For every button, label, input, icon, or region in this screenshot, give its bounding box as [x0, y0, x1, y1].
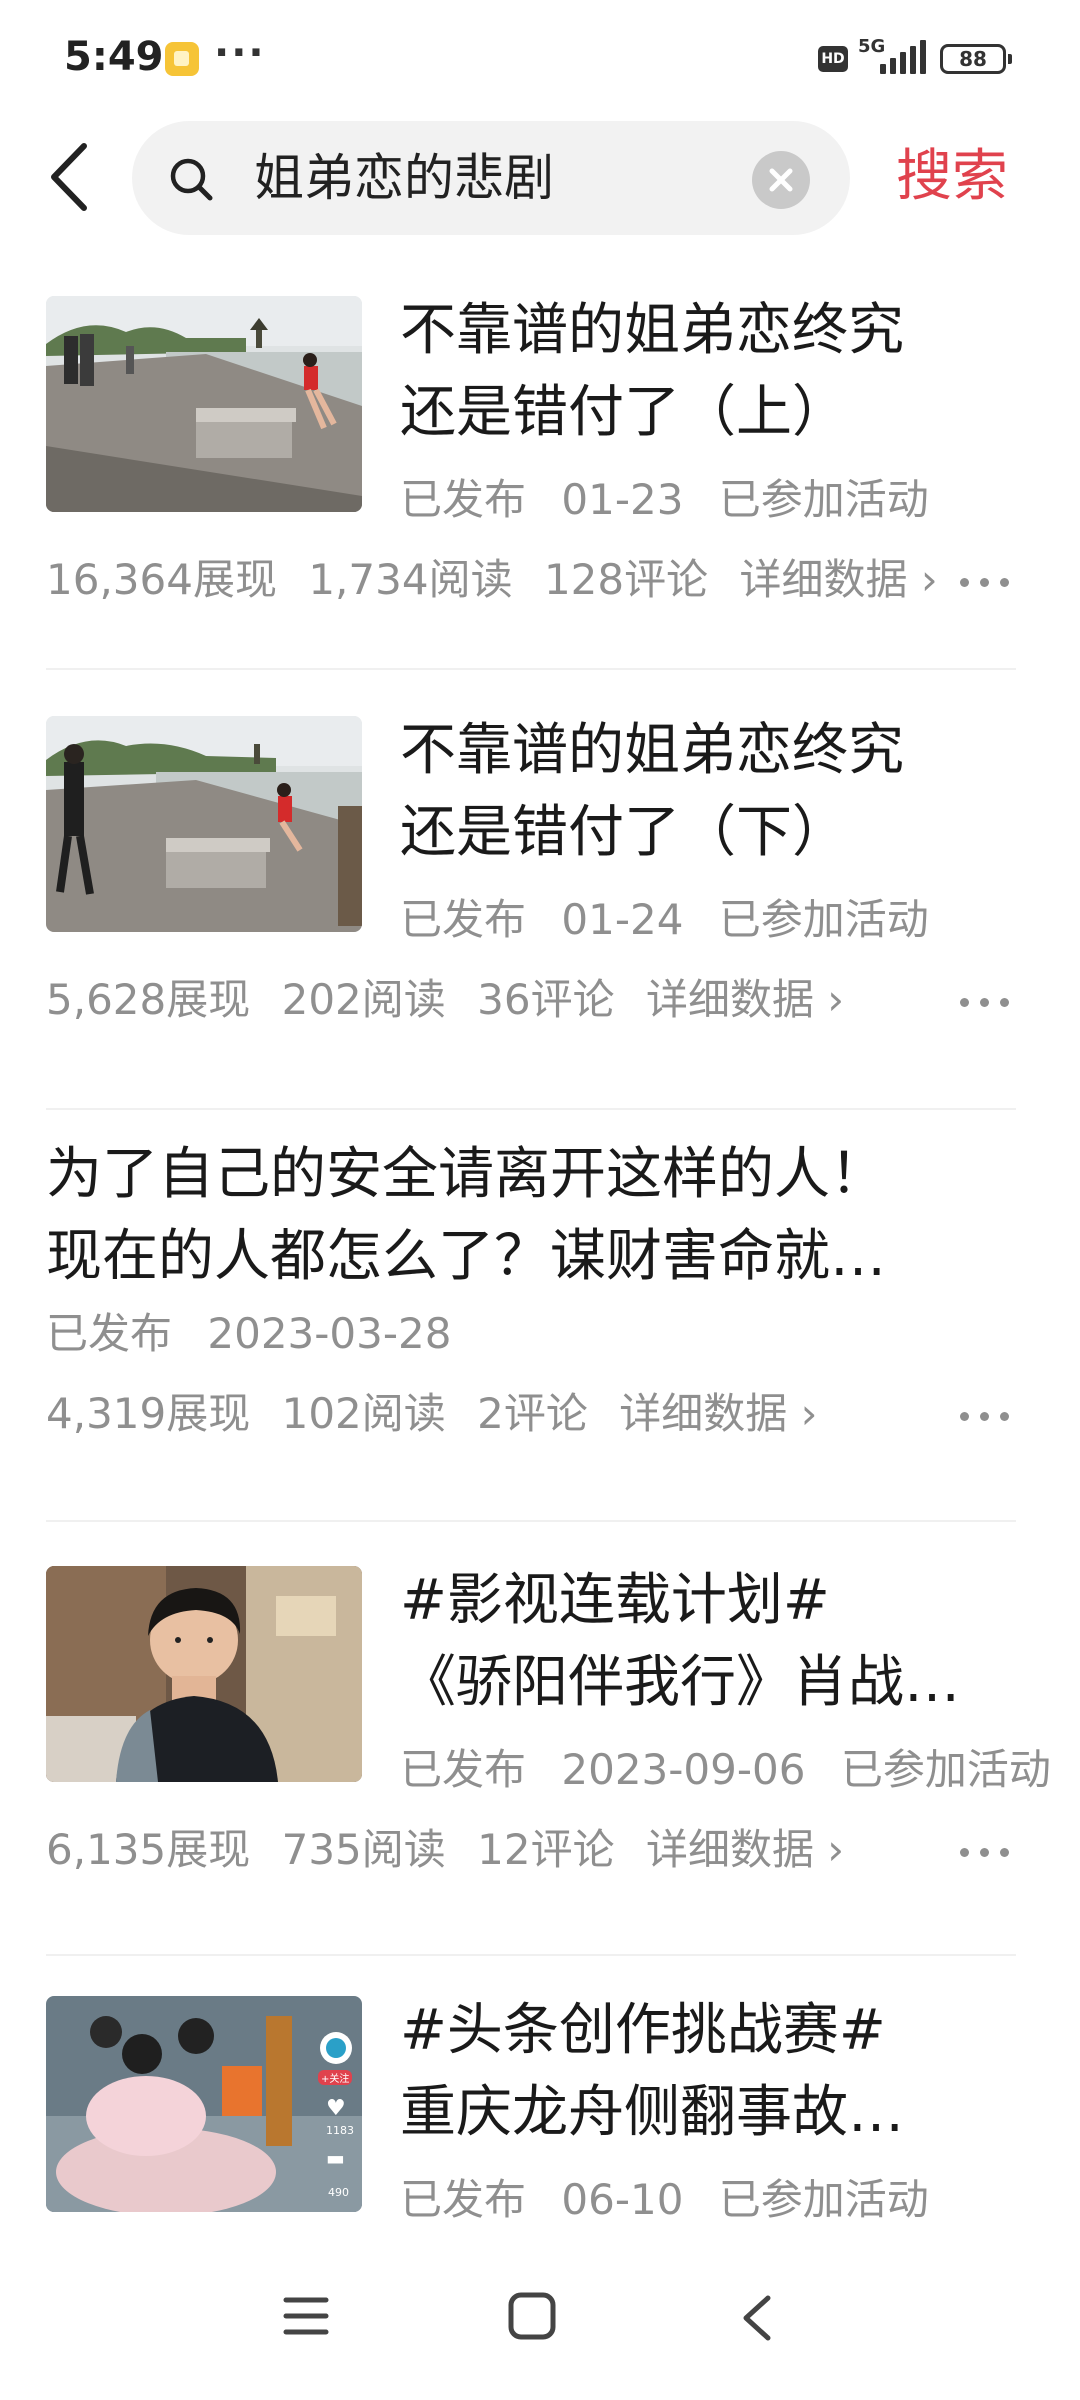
article-thumbnail: +关注 ♥ 1183 ▬ 490 — [46, 1996, 362, 2212]
article-title[interactable]: 不靠谱的姐弟恋终究 还是错付了（下） — [400, 710, 1060, 874]
status-label: 已发布 — [400, 2175, 527, 2224]
article-title[interactable]: 不靠谱的姐弟恋终究 还是错付了（上） — [400, 290, 1060, 454]
divider — [46, 1954, 1016, 1956]
status-bar: 5:49 ··· HD 5G 88 — [0, 0, 1080, 112]
menu-icon[interactable] — [282, 2294, 330, 2338]
details-link[interactable]: 详细数据 › — [646, 1825, 844, 1874]
publish-date: 01-23 — [561, 475, 684, 524]
article-meta: 已发布 01-23 已参加活动 — [400, 472, 951, 528]
impressions-count: 5,628展现 — [46, 975, 251, 1024]
list-item[interactable]: 为了自己的安全请离开这样的人！ 现在的人都怎么了？谋财害命就… 已发布 2023… — [0, 1130, 1080, 1522]
details-link[interactable]: 详细数据 › — [646, 975, 844, 1024]
back-chevron-icon[interactable] — [738, 2294, 778, 2342]
divider — [46, 668, 1016, 670]
activity-badge: 已参加活动 — [840, 1745, 1051, 1794]
status-label: 已发布 — [46, 1309, 173, 1358]
article-stats: 4,319展现 102阅读 2评论 详细数据 › — [46, 1386, 835, 1442]
search-input[interactable]: 姐弟恋的悲剧 — [254, 147, 554, 209]
search-box[interactable]: 姐弟恋的悲剧 — [132, 121, 850, 235]
comments-count: 12评论 — [477, 1825, 615, 1874]
battery-icon: 88 — [940, 44, 1012, 74]
list-item[interactable]: 不靠谱的姐弟恋终究 还是错付了（下） 已发布 01-24 已参加活动 5,628… — [0, 710, 1080, 1110]
search-header: 姐弟恋的悲剧 搜索 — [0, 112, 1080, 242]
reads-count: 202阅读 — [281, 975, 446, 1024]
article-title[interactable]: #影视连载计划# 《骄阳伴我行》肖战… — [400, 1560, 1060, 1724]
thumbnail-follow-badge: +关注 — [318, 2070, 353, 2085]
status-label: 已发布 — [400, 475, 527, 524]
impressions-count: 4,319展现 — [46, 1389, 251, 1438]
search-button[interactable]: 搜索 — [896, 142, 1008, 212]
publish-date: 06-10 — [561, 2175, 684, 2224]
activity-badge: 已参加活动 — [718, 475, 929, 524]
activity-badge: 已参加活动 — [718, 2175, 929, 2224]
comment-icon: ▬ — [326, 2146, 345, 2170]
impressions-count: 6,135展现 — [46, 1825, 251, 1874]
clear-search-button[interactable] — [752, 151, 810, 209]
comments-count: 36评论 — [477, 975, 615, 1024]
signal-icon — [880, 40, 932, 74]
article-stats: 6,135展现 735阅读 12评论 详细数据 › — [46, 1822, 862, 1878]
reads-count: 735阅读 — [281, 1825, 446, 1874]
article-meta: 已发布 06-10 已参加活动 — [400, 2172, 951, 2228]
article-meta: 已发布 2023-09-06 已参加活动 — [400, 1742, 1073, 1798]
more-options-button[interactable] — [960, 992, 1014, 1012]
article-meta: 已发布 2023-03-28 — [46, 1306, 473, 1362]
search-icon — [170, 158, 213, 201]
system-navigation-bar — [0, 2250, 1080, 2400]
notification-app-icon — [165, 42, 199, 76]
details-link[interactable]: 详细数据 › — [619, 1389, 817, 1438]
home-square-icon[interactable] — [506, 2290, 558, 2342]
list-item[interactable]: #影视连载计划# 《骄阳伴我行》肖战… 已发布 2023-09-06 已参加活动… — [0, 1560, 1080, 1956]
comments-count: 2评论 — [477, 1389, 588, 1438]
article-title[interactable]: #头条创作挑战赛# 重庆龙舟侧翻事故… — [400, 1990, 1060, 2154]
more-notifications-indicator: ··· — [214, 30, 266, 76]
article-title[interactable]: 为了自己的安全请离开这样的人！ 现在的人都怎么了？谋财害命就… — [46, 1134, 1046, 1298]
reads-count: 102阅读 — [281, 1389, 446, 1438]
comments-count: 128评论 — [543, 555, 709, 604]
thumbnail-like-count: 1183 — [326, 2124, 354, 2137]
article-thumbnail — [46, 1566, 362, 1782]
publish-date: 2023-03-28 — [207, 1309, 452, 1358]
back-button[interactable] — [44, 138, 104, 216]
list-item[interactable]: +关注 ♥ 1183 ▬ 490 #头条创作挑战赛# 重庆龙舟侧翻事故… 已发布… — [0, 1990, 1080, 2250]
more-options-button[interactable] — [960, 572, 1014, 592]
more-options-button[interactable] — [960, 1842, 1014, 1862]
reads-count: 1,734阅读 — [308, 555, 513, 604]
chevron-left-icon — [51, 143, 87, 211]
list-item[interactable]: 不靠谱的姐弟恋终究 还是错付了（上） 已发布 01-23 已参加活动 16,36… — [0, 290, 1080, 670]
article-stats: 16,364展现 1,734阅读 128评论 详细数据 › — [46, 552, 956, 608]
hd-icon: HD — [818, 46, 848, 72]
divider — [46, 1108, 1016, 1110]
more-options-button[interactable] — [960, 1406, 1014, 1426]
article-stats: 5,628展现 202阅读 36评论 详细数据 › — [46, 972, 862, 1028]
publish-date: 01-24 — [561, 895, 684, 944]
status-label: 已发布 — [400, 895, 527, 944]
thumbnail-comment-count: 490 — [328, 2186, 349, 2199]
status-time: 5:49 — [64, 34, 164, 80]
clear-x-icon — [769, 168, 793, 192]
article-thumbnail — [46, 296, 362, 512]
details-link[interactable]: 详细数据 › — [739, 555, 937, 604]
activity-badge: 已参加活动 — [718, 895, 929, 944]
impressions-count: 16,364展现 — [46, 555, 277, 604]
article-meta: 已发布 01-24 已参加活动 — [400, 892, 951, 948]
divider — [46, 1520, 1016, 1522]
article-thumbnail — [46, 716, 362, 932]
publish-date: 2023-09-06 — [561, 1745, 806, 1794]
heart-icon: ♥ — [326, 2096, 346, 2121]
status-label: 已发布 — [400, 1745, 527, 1794]
